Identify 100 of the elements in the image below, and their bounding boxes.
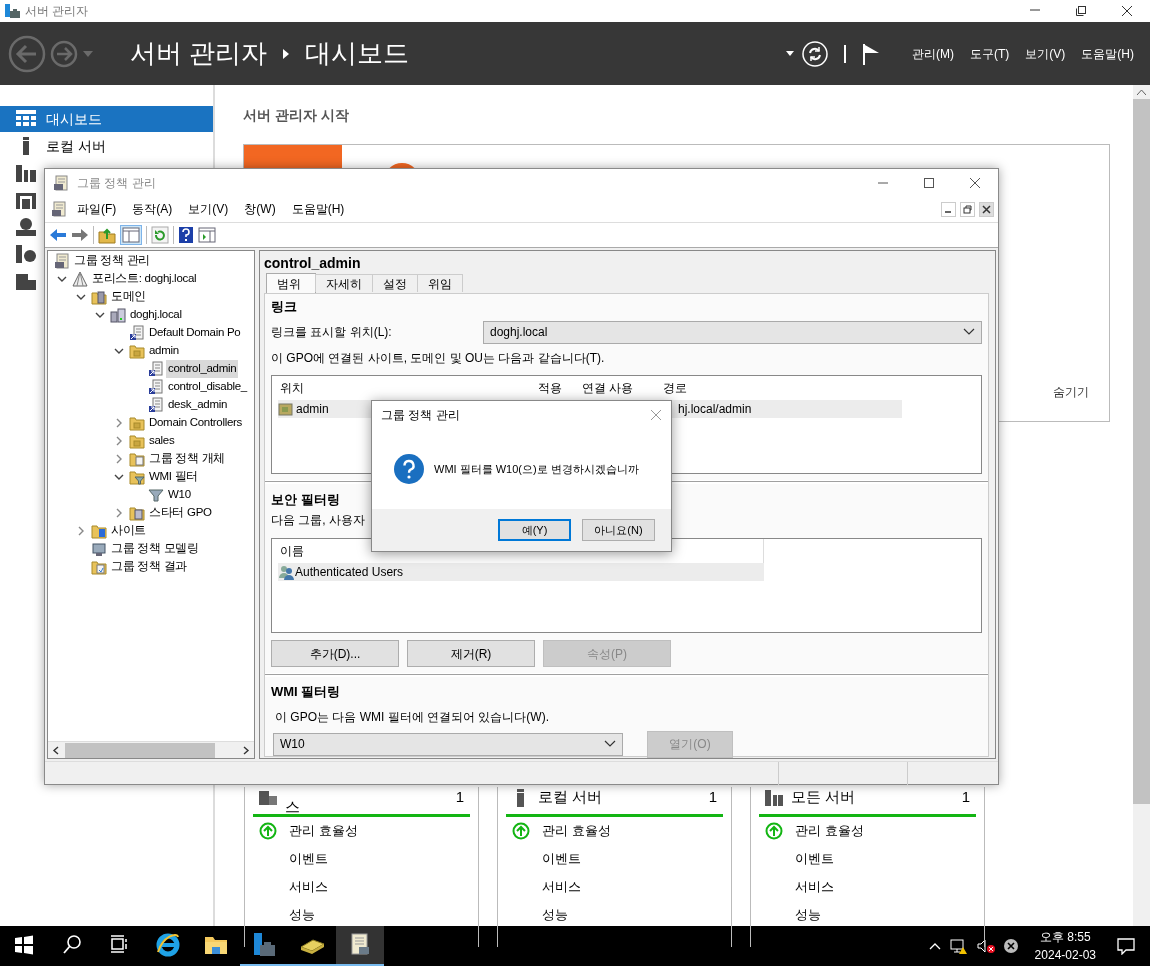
folder-up-icon[interactable] — [98, 226, 116, 244]
folder-icon — [129, 505, 145, 521]
tree-item[interactable]: 스타터 GPO — [147, 504, 214, 522]
location-dropdown[interactable]: doghj.local — [483, 320, 982, 344]
tile-row-link[interactable]: 서비스 — [795, 877, 834, 897]
breadcrumb-root[interactable]: 서버 관리자 — [130, 34, 268, 73]
tile-row-link[interactable]: 이벤트 — [289, 849, 328, 869]
tab[interactable]: 설정 — [372, 274, 418, 292]
maximize-icon[interactable] — [923, 176, 935, 189]
tile-row-link[interactable]: 성능 — [795, 905, 821, 925]
column-header[interactable]: 연결 사용 — [574, 378, 655, 397]
menu-item[interactable]: 창(W) — [236, 200, 284, 218]
close-icon[interactable] — [969, 176, 981, 189]
menu-item[interactable]: 도움말(H) — [1081, 44, 1134, 63]
tile-count: 1 — [455, 789, 464, 805]
hide-link[interactable]: 숨기기 — [1053, 383, 1089, 401]
minimize-icon[interactable] — [941, 201, 956, 217]
restore-icon[interactable] — [960, 201, 975, 217]
tile-row-link[interactable]: 성능 — [542, 905, 568, 925]
flag-icon[interactable] — [862, 42, 880, 65]
tile-row-link[interactable]: 관리 효율성 — [542, 821, 611, 841]
server-manager-icon — [251, 932, 277, 958]
search-icon[interactable] — [61, 934, 83, 956]
column-header[interactable]: 적용 — [530, 378, 574, 397]
tab[interactable]: 범위 — [266, 273, 316, 293]
caption-text: 이 GPO는 다음 WMI 필터에 연결되어 있습니다(W). — [274, 708, 550, 726]
forward-arrow-icon[interactable] — [71, 227, 89, 243]
tree-item[interactable]: 그룹 정책 개체 — [147, 450, 227, 468]
menu-item[interactable]: 보기(V) — [1025, 44, 1066, 63]
tree-item[interactable]: doghj.local — [128, 306, 184, 324]
column-header[interactable]: 경로 — [655, 378, 687, 397]
tree-item[interactable]: control_disable_ — [166, 378, 249, 396]
menu-item[interactable]: 도구(T) — [970, 44, 1010, 63]
network-warning-icon[interactable] — [948, 937, 969, 955]
tree-item[interactable]: 도메인 — [109, 288, 149, 306]
tile-row-link[interactable]: 관리 효율성 — [289, 821, 358, 841]
tile-row-link[interactable]: 서비스 — [289, 877, 328, 897]
tile-row-link[interactable]: 이벤트 — [542, 849, 581, 869]
tab[interactable]: 위임 — [417, 274, 463, 292]
tree-item[interactable]: WMI 필터 — [147, 468, 201, 486]
menu-item[interactable]: 파일(F) — [69, 200, 125, 218]
button[interactable]: 추가(D)... — [271, 640, 399, 667]
toolbar-toggle[interactable] — [120, 225, 142, 245]
tab[interactable]: 자세히 — [315, 274, 373, 292]
tree-item[interactable]: Domain Controllers — [147, 414, 245, 432]
scroll-icon[interactable] — [51, 201, 67, 217]
section-heading: 링크 — [271, 298, 298, 316]
tree-item[interactable]: W10 — [166, 486, 193, 504]
table-cell-text: Authenticated Users — [295, 564, 404, 581]
tile-row-link[interactable]: 이벤트 — [795, 849, 834, 869]
menu-item[interactable]: 보기(V) — [180, 200, 237, 218]
tree-item[interactable]: 그룹 정책 모델링 — [109, 540, 201, 558]
tile-row-link[interactable]: 성능 — [289, 905, 315, 925]
section-heading: 서버 관리자 시작 — [243, 106, 350, 125]
button[interactable]: 예(Y) — [498, 519, 571, 541]
tile-title[interactable]: 스 — [285, 789, 448, 815]
notification-icon[interactable] — [1117, 937, 1135, 955]
sidebar-item[interactable]: 대시보드 — [0, 106, 213, 132]
speaker-muted-icon[interactable] — [976, 938, 995, 954]
chevron-up-icon[interactable] — [928, 942, 941, 950]
building-icon[interactable] — [16, 191, 36, 209]
computer-icon — [91, 541, 107, 557]
taskbar-button[interactable] — [336, 926, 384, 966]
tree-item[interactable]: Default Domain Po — [147, 324, 243, 342]
tree-item[interactable]: 포리스트: doghj.local — [90, 270, 199, 288]
scroll-icon — [54, 253, 70, 269]
close-icon[interactable] — [1121, 5, 1133, 17]
tile-row-link[interactable]: 서비스 — [542, 877, 581, 897]
menu-item[interactable]: 도움말(H) — [283, 200, 353, 218]
folders-icon[interactable] — [16, 272, 36, 290]
tile-row-link[interactable]: 관리 효율성 — [795, 821, 864, 841]
menu-item[interactable]: 관리(M) — [912, 44, 954, 63]
column-header[interactable]: 이름 — [272, 542, 304, 560]
dropdown-icon[interactable] — [786, 51, 794, 56]
column-header[interactable]: 위치 — [272, 378, 530, 397]
dialog-title: 그룹 정책 관리 — [381, 407, 461, 424]
tree-item[interactable]: 사이트 — [109, 522, 149, 540]
tree-item[interactable]: sales — [147, 432, 177, 450]
help-icon[interactable] — [178, 226, 194, 244]
start-icon[interactable] — [13, 934, 35, 956]
tree-item[interactable]: 그룹 정책 결과 — [109, 558, 189, 576]
back-arrow-icon[interactable] — [49, 227, 67, 243]
error-icon[interactable] — [1002, 938, 1019, 954]
tree-item[interactable]: desk_admin — [166, 396, 229, 414]
wmi-filter-dropdown[interactable]: W10 — [273, 732, 623, 756]
menu-item[interactable]: 동작(A) — [124, 200, 181, 218]
tile-title[interactable]: 모든 서버 — [791, 789, 954, 805]
servers-icon — [765, 789, 783, 807]
chevron-down-icon — [963, 328, 975, 336]
button[interactable]: 아니요(N) — [582, 519, 655, 541]
scroll-up-icon[interactable] — [1137, 89, 1146, 95]
tree-item[interactable]: control_admin — [166, 360, 239, 378]
caption-text: 이 GPO에 연결된 사이트, 도메인 및 OU는 다음과 같습니다(T). — [271, 349, 606, 367]
servers-icon[interactable] — [16, 164, 36, 182]
maximize-icon[interactable] — [1075, 5, 1087, 17]
tree-item[interactable]: admin — [147, 342, 181, 360]
sidebar-item[interactable]: 로컬 서버 — [0, 133, 213, 159]
tree-item[interactable]: 그룹 정책 관리 — [72, 252, 152, 270]
button[interactable]: 제거(R) — [407, 640, 535, 667]
tile-title[interactable]: 로컬 서버 — [538, 789, 701, 805]
